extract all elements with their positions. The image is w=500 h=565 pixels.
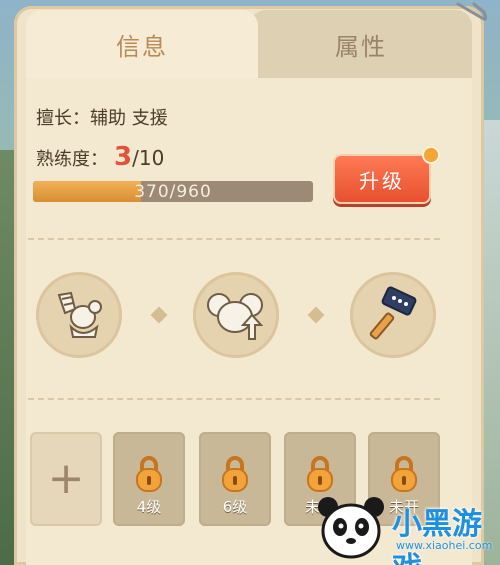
watermark-url: www.xiaohei.com [396,539,493,552]
locked-slot[interactable]: 6级 [199,432,271,526]
slot-level-label: 4级 [136,498,162,516]
skill-slot-2[interactable] [193,272,279,358]
xp-progress-text: 370/960 [134,181,212,202]
watermark-text: 小黑游戏 [392,507,482,565]
slot-level-label: 6级 [222,498,248,516]
lock-icon [391,456,417,492]
tab-info[interactable]: 信息 [26,10,258,78]
tab-bar: 属性 信息 [14,6,484,78]
xp-progress-bar: 370/960 [33,181,313,202]
proficiency-max: 10 [138,146,165,170]
panda-icon [318,497,384,559]
plus-icon: + [47,453,85,504]
divider [28,398,440,400]
lock-icon [136,456,162,492]
lock-icon [222,456,248,492]
proficiency-separator: / [132,146,139,170]
proficiency-row: 熟练度： 3 / 10 [36,142,164,176]
skill-slot-1[interactable] [36,272,122,358]
upgrade-button[interactable]: 升级 [333,154,431,204]
proficiency-label: 熟练度： [36,149,108,170]
divider [28,238,440,240]
mouse-upgrade-icon [207,293,264,340]
tab-attributes[interactable]: 属性 [250,10,472,78]
mouse-horn-icon [57,291,102,338]
lock-icon [307,456,333,492]
skill-slot-3[interactable] [350,272,436,358]
hammer-icon [369,286,417,340]
proficiency-current: 3 [114,142,133,172]
locked-slot[interactable]: 4级 [113,432,185,526]
notification-dot [422,146,440,164]
specialty-text: 擅长：辅助 支援 [36,108,168,129]
paperclip-icon [456,2,488,21]
add-slot-button[interactable]: + [30,432,102,526]
watermark-logo: 小黑游戏 www.xiaohei.com [312,493,498,565]
